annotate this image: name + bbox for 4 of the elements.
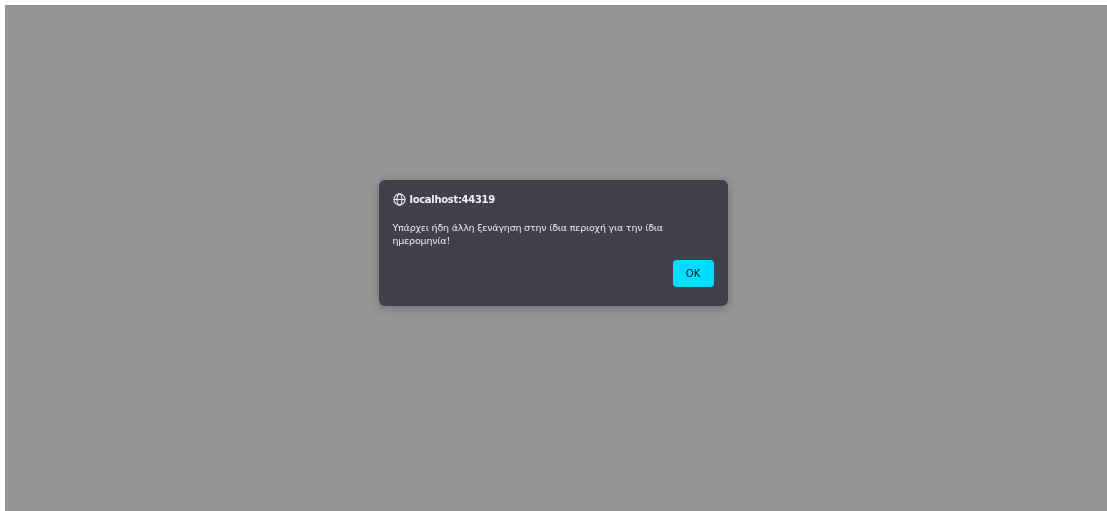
dialog-origin: localhost:44319 [409,194,495,205]
dialog-message: Υπάρχει ήδη άλλη ξενάγηση στην ίδια περιοχή για την ίδια ημερομηνία! [392,221,664,247]
ok-button[interactable]: OK [672,260,714,287]
globe-icon [392,193,406,206]
